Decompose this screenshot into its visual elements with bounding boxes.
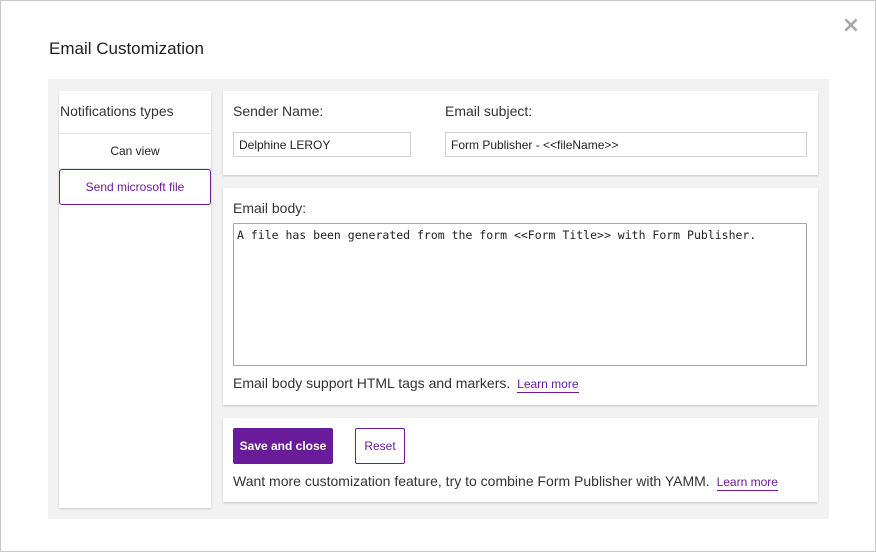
email-subject-label: Email subject:: [445, 103, 533, 119]
sender-section: Sender Name: Email subject:: [223, 91, 818, 175]
email-body-hint-row: Email body support HTML tags and markers…: [233, 375, 579, 393]
email-subject-input[interactable]: [445, 132, 807, 157]
reset-button[interactable]: Reset: [355, 428, 405, 464]
notification-type-send-microsoft-file[interactable]: Send microsoft file: [59, 169, 211, 205]
email-body-label: Email body:: [233, 200, 307, 216]
yamm-promo-row: Want more customization feature, try to …: [233, 473, 778, 491]
sender-name-label: Sender Name:: [233, 103, 324, 119]
notification-types-panel: Notifications types Can view Send micros…: [59, 91, 211, 508]
email-body-hint: Email body support HTML tags and markers…: [233, 375, 511, 391]
save-and-close-button[interactable]: Save and close: [233, 428, 333, 464]
notification-types-heading: Notifications types: [60, 103, 174, 119]
email-body-learn-more-link[interactable]: Learn more: [517, 377, 579, 393]
actions-section: Save and close Reset Want more customiza…: [223, 418, 818, 502]
close-icon[interactable]: ×: [841, 15, 861, 37]
yamm-promo-text: Want more customization feature, try to …: [233, 473, 710, 489]
yamm-learn-more-link[interactable]: Learn more: [716, 475, 778, 491]
dialog-title: Email Customization: [49, 39, 204, 58]
email-customization-dialog: × Email Customization Notifications type…: [0, 0, 876, 552]
email-body-textarea[interactable]: A file has been generated from the form …: [233, 223, 807, 366]
content-area: Notifications types Can view Send micros…: [48, 79, 829, 519]
email-body-section: Email body: A file has been generated fr…: [223, 188, 818, 405]
notification-type-can-view[interactable]: Can view: [59, 133, 211, 169]
sender-name-input[interactable]: [233, 132, 411, 157]
